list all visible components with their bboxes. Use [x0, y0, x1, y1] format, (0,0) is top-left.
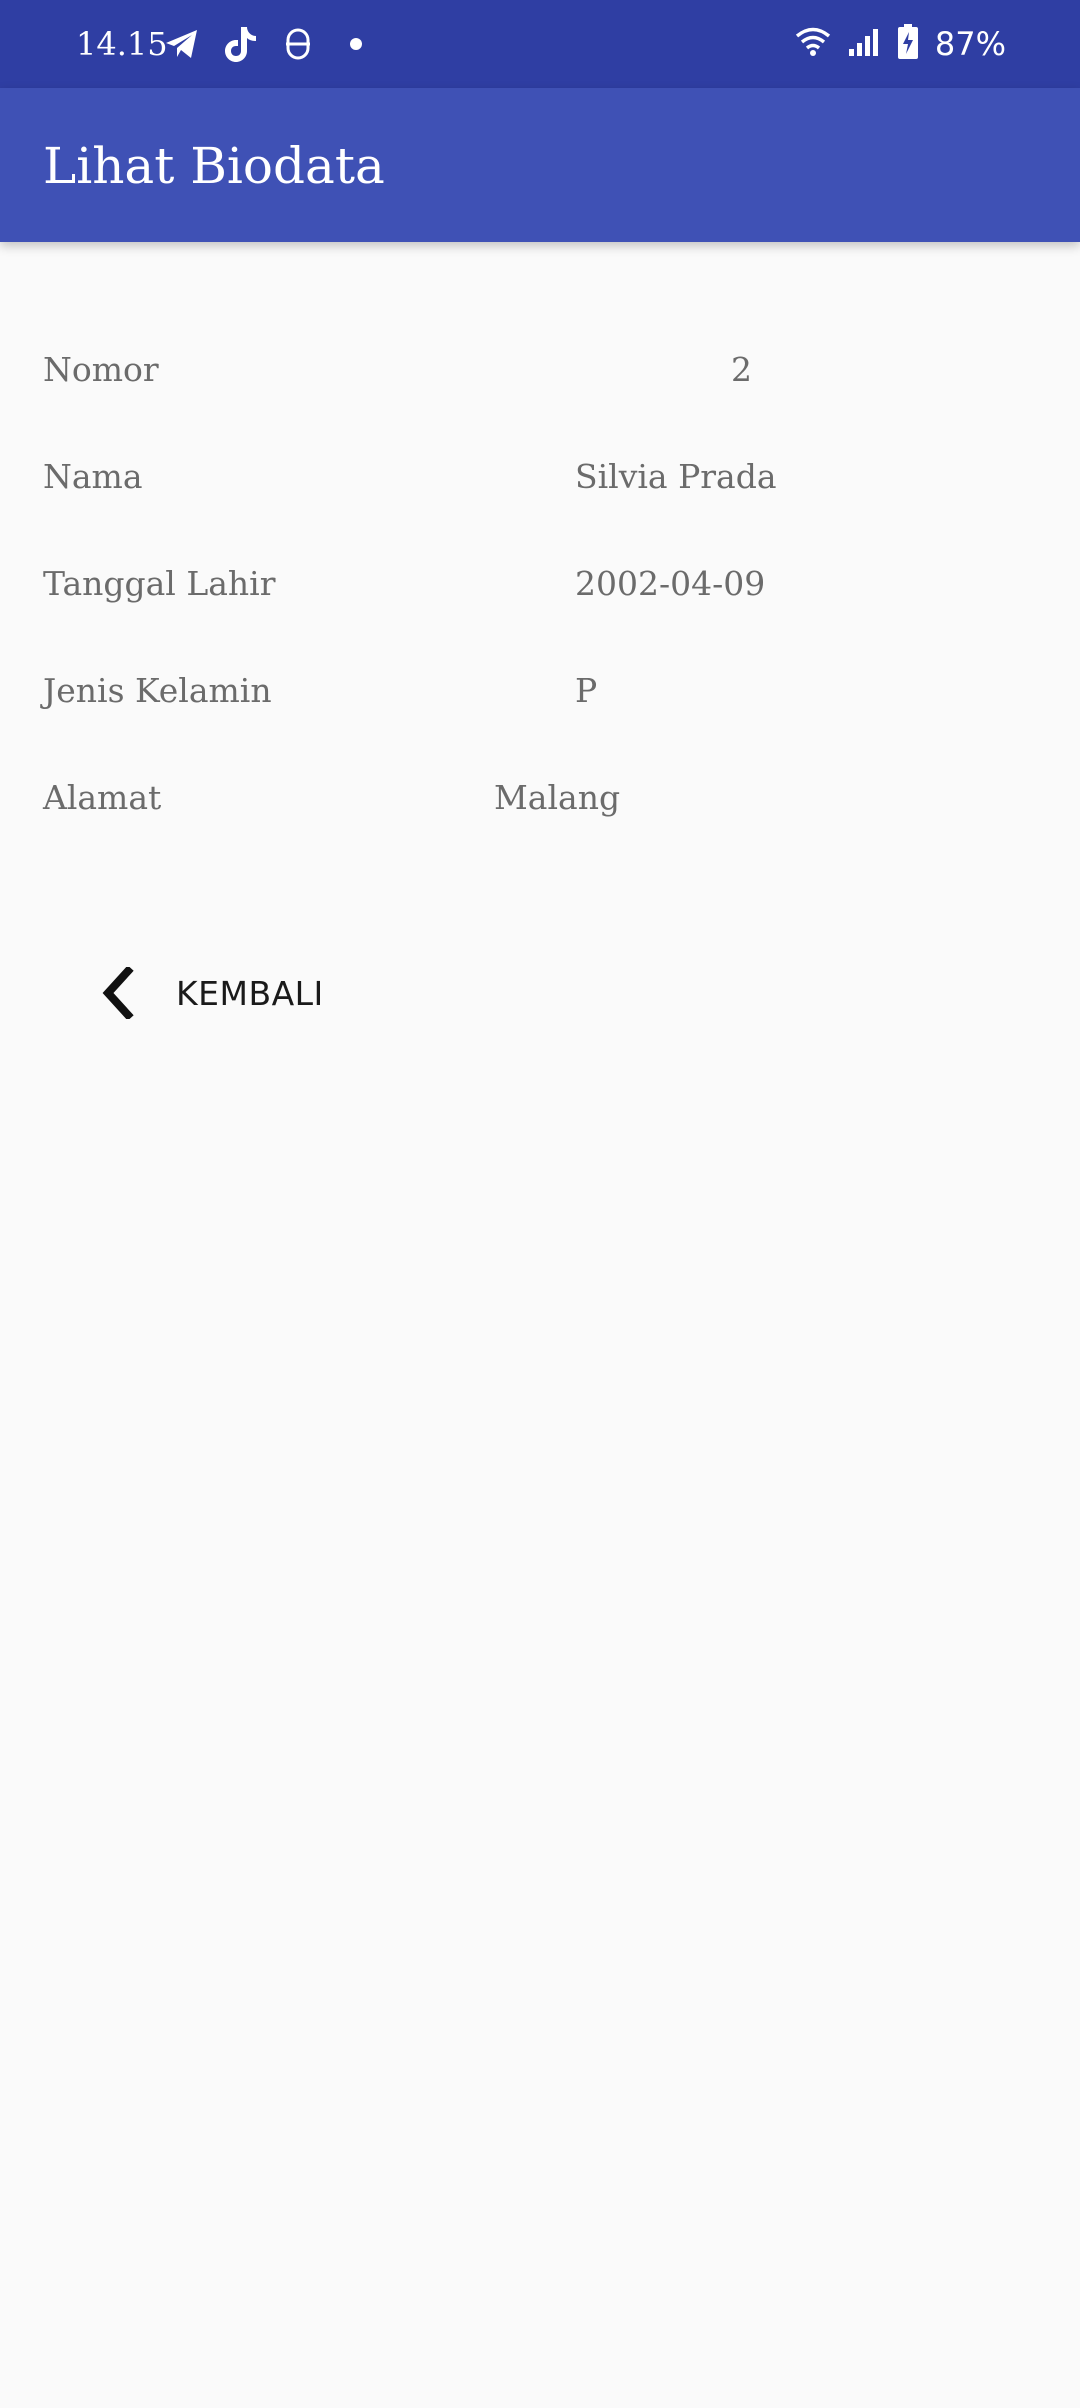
signal-icon [847, 27, 881, 61]
value-alamat: Malang [494, 778, 621, 817]
battery-charging-icon [897, 24, 919, 64]
app-s-icon [278, 24, 318, 64]
label-nama: Nama [43, 457, 143, 496]
kembali-button[interactable]: KEMBALI [96, 956, 326, 1030]
chevron-left-icon [96, 966, 140, 1020]
value-nomor: 2 [731, 350, 752, 389]
status-time: 14.15 [76, 25, 168, 63]
notification-dot-icon [336, 24, 376, 64]
battery-percent: 87% [934, 25, 1006, 63]
kembali-label: KEMBALI [176, 973, 324, 1013]
app-bar: Lihat Biodata [0, 88, 1080, 242]
label-jenis-kelamin: Jenis Kelamin [43, 671, 272, 710]
value-nama: Silvia Prada [575, 457, 777, 496]
wifi-icon [795, 27, 831, 61]
label-tanggal-lahir: Tanggal Lahir [43, 564, 276, 603]
status-notification-icons [162, 20, 376, 68]
tiktok-icon [220, 24, 260, 64]
telegram-icon [162, 24, 202, 64]
page-title: Lihat Biodata [43, 137, 385, 195]
value-tanggal-lahir: 2002-04-09 [575, 564, 766, 603]
status-bar: 14.15 87% [0, 0, 1080, 88]
label-alamat: Alamat [43, 778, 162, 817]
value-jenis-kelamin: P [575, 671, 598, 710]
label-nomor: Nomor [43, 350, 159, 389]
status-system-icons: 87% [795, 20, 1006, 68]
